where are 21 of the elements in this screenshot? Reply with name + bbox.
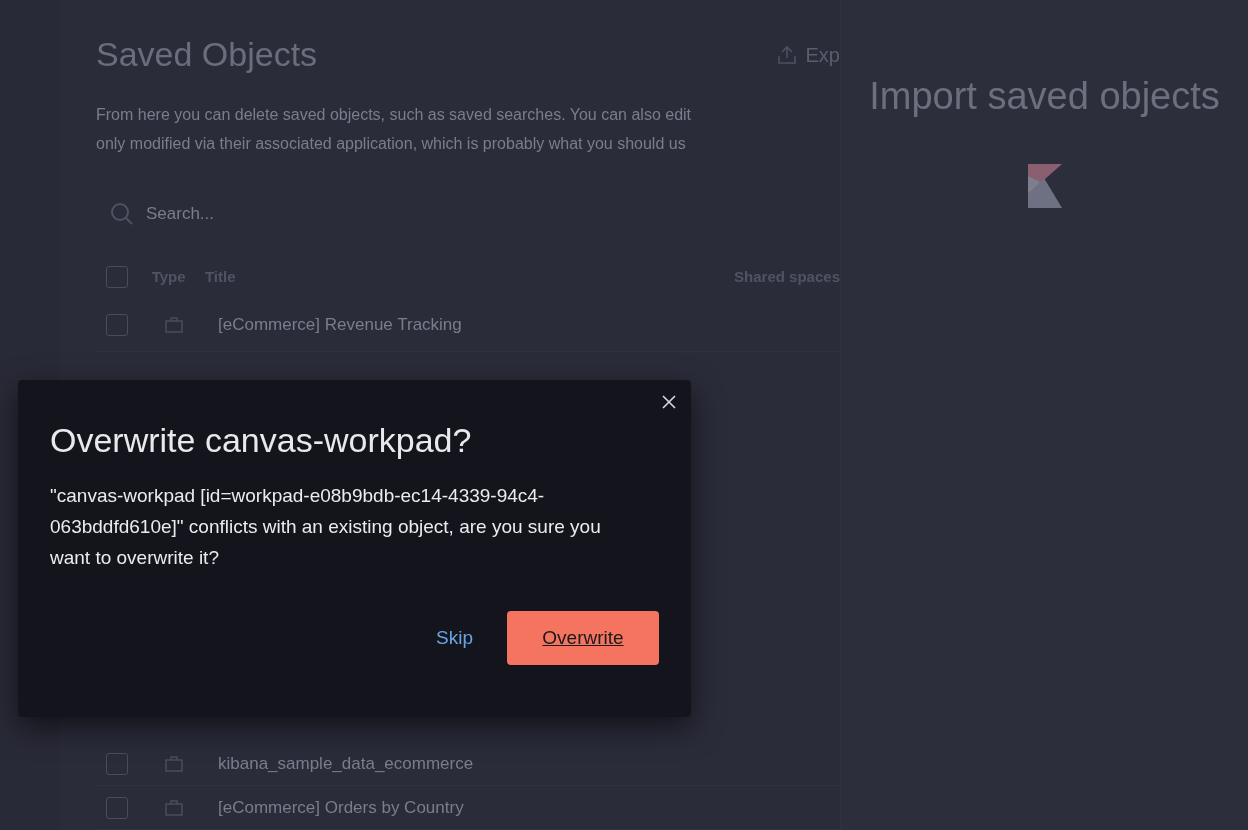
object-title-link[interactable]: [eCommerce] Orders by Country bbox=[218, 794, 464, 821]
checkbox[interactable] bbox=[106, 265, 128, 288]
checkbox[interactable] bbox=[106, 752, 128, 775]
page-description: From here you can delete saved objects, such as saved searches. You can also edit only modified via their associated application, which is probably what you should us bbox=[96, 105, 693, 154]
search-icon bbox=[110, 201, 134, 226]
checkbox[interactable] bbox=[106, 796, 128, 819]
type-icon bbox=[164, 798, 184, 817]
modal-message: "canvas-workpad [id=workpad-e08b9bdb-ec14-4339-94c4-063bddfd610e]" conflicts with an existing object, are you sure you want to overwrite it? bbox=[50, 484, 602, 570]
overwrite-button[interactable]: Overwrite bbox=[507, 611, 659, 665]
upload-icon bbox=[775, 44, 798, 66]
type-icon bbox=[164, 754, 184, 773]
checkbox[interactable] bbox=[106, 314, 128, 337]
logo-icon bbox=[1027, 164, 1062, 208]
search-field[interactable]: Search... bbox=[96, 194, 840, 234]
type-icon bbox=[164, 316, 184, 335]
object-title-link[interactable]: [eCommerce] Revenue Tracking bbox=[218, 312, 462, 338]
object-title-link[interactable]: kibana_sample_data_ecommerce bbox=[218, 750, 474, 777]
modal-title: Overwrite canvas-workpad? bbox=[50, 420, 473, 461]
skip-button[interactable]: Skip bbox=[424, 611, 485, 665]
page-title: Saved Objects bbox=[96, 34, 318, 74]
flyout-title: Import saved objects bbox=[869, 74, 1220, 118]
